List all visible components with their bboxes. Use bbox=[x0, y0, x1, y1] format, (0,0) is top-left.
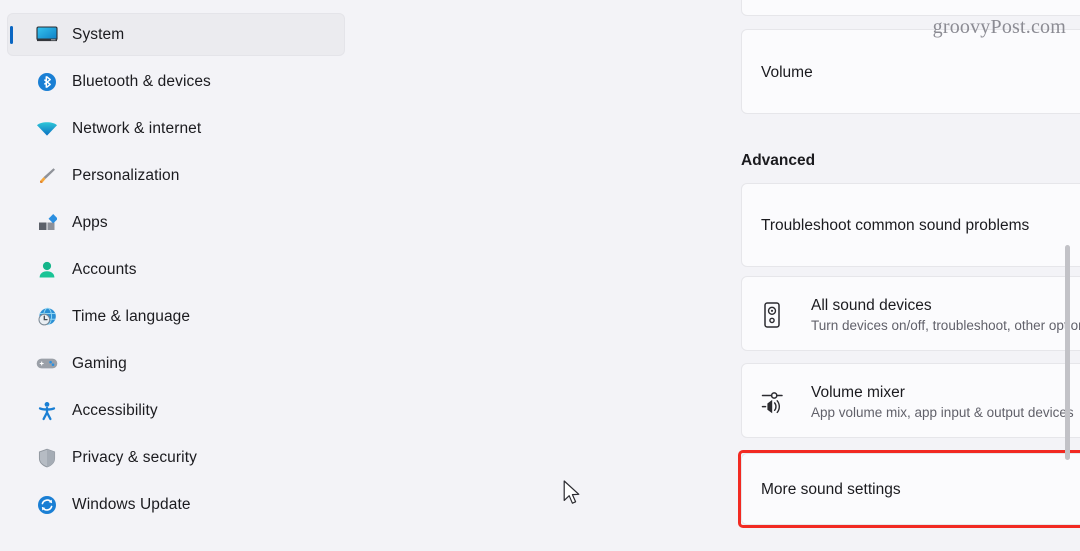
update-icon bbox=[34, 493, 60, 517]
volume-card: Volume 59 bbox=[741, 29, 1080, 114]
all-sound-devices-row[interactable]: All sound devices Turn devices on/off, t… bbox=[741, 276, 1080, 351]
sidebar-item-label: Apps bbox=[72, 213, 108, 231]
troubleshoot-label: Troubleshoot common sound problems bbox=[761, 217, 1030, 234]
apps-icon bbox=[34, 211, 60, 235]
all-sound-devices-subtitle: Turn devices on/off, troubleshoot, other… bbox=[811, 317, 1080, 333]
sidebar-item-network-internet[interactable]: Network & internet bbox=[8, 108, 344, 149]
accessibility-icon bbox=[34, 399, 60, 423]
sidebar-item-label: Personalization bbox=[72, 166, 180, 184]
all-sound-devices-title: All sound devices bbox=[811, 296, 932, 314]
sidebar-item-time-language[interactable]: Time & language bbox=[8, 296, 344, 337]
volume-mixer-subtitle: App volume mix, app input & output devic… bbox=[811, 404, 1074, 420]
all-sound-devices-text: All sound devices Turn devices on/off, t… bbox=[811, 297, 1080, 333]
more-sound-settings-row[interactable]: More sound settings bbox=[741, 453, 1080, 525]
monitor-icon bbox=[34, 23, 60, 47]
sidebar-item-label: Gaming bbox=[72, 354, 127, 372]
scrollbar-thumb[interactable] bbox=[1065, 245, 1070, 460]
troubleshoot-card: Troubleshoot common sound problems Outpu… bbox=[741, 183, 1080, 267]
sidebar-item-system[interactable]: System bbox=[8, 14, 344, 55]
sidebar-item-label: Privacy & security bbox=[72, 448, 197, 466]
sidebar-item-accounts[interactable]: Accounts bbox=[8, 249, 344, 290]
sidebar-item-gaming[interactable]: Gaming bbox=[8, 343, 344, 384]
bluetooth-icon bbox=[34, 70, 60, 94]
sidebar-item-label: Accessibility bbox=[72, 401, 158, 419]
sidebar-item-accessibility[interactable]: Accessibility bbox=[8, 390, 344, 431]
sidebar-item-windows-update[interactable]: Windows Update bbox=[8, 484, 344, 525]
sidebar-item-label: Bluetooth & devices bbox=[72, 72, 211, 90]
watermark: groovyPost.com bbox=[932, 16, 1066, 38]
person-icon bbox=[34, 258, 60, 282]
pair-input-device-card: Pair a new input device Add device bbox=[741, 0, 1080, 16]
paintbrush-icon bbox=[34, 164, 60, 188]
sidebar-item-personalization[interactable]: Personalization bbox=[8, 155, 344, 196]
clock-globe-icon bbox=[34, 305, 60, 329]
volume-label: Volume bbox=[761, 63, 813, 81]
shield-icon bbox=[34, 446, 60, 470]
sidebar-item-label: Accounts bbox=[72, 260, 137, 278]
volume-mixer-text: Volume mixer App volume mix, app input &… bbox=[811, 384, 1080, 420]
sidebar-item-label: Time & language bbox=[72, 307, 191, 325]
sidebar-item-label: Windows Update bbox=[72, 495, 191, 513]
volume-mixer-icon bbox=[761, 387, 795, 417]
sidebar-item-privacy-security[interactable]: Privacy & security bbox=[8, 437, 344, 478]
more-sound-settings-label: More sound settings bbox=[761, 481, 901, 498]
sidebar-item-label: Network & internet bbox=[72, 119, 202, 137]
wifi-icon bbox=[34, 117, 60, 141]
sidebar: System Bluetooth & devices Network & int… bbox=[0, 0, 360, 551]
settings-window: System Bluetooth & devices Network & int… bbox=[0, 0, 1080, 551]
advanced-section-heading: Advanced bbox=[741, 152, 816, 169]
volume-mixer-title: Volume mixer bbox=[811, 383, 905, 401]
sidebar-item-label: System bbox=[72, 25, 125, 43]
scrollbar-track[interactable] bbox=[1065, 0, 1075, 551]
volume-mixer-row[interactable]: Volume mixer App volume mix, app input &… bbox=[741, 363, 1080, 438]
speaker-icon bbox=[761, 301, 795, 329]
sidebar-item-apps[interactable]: Apps bbox=[8, 202, 344, 243]
sidebar-item-bluetooth-devices[interactable]: Bluetooth & devices bbox=[8, 61, 344, 102]
content-pane: Pair a new input device Add device Volum… bbox=[360, 0, 1080, 551]
gamepad-icon bbox=[34, 352, 60, 376]
